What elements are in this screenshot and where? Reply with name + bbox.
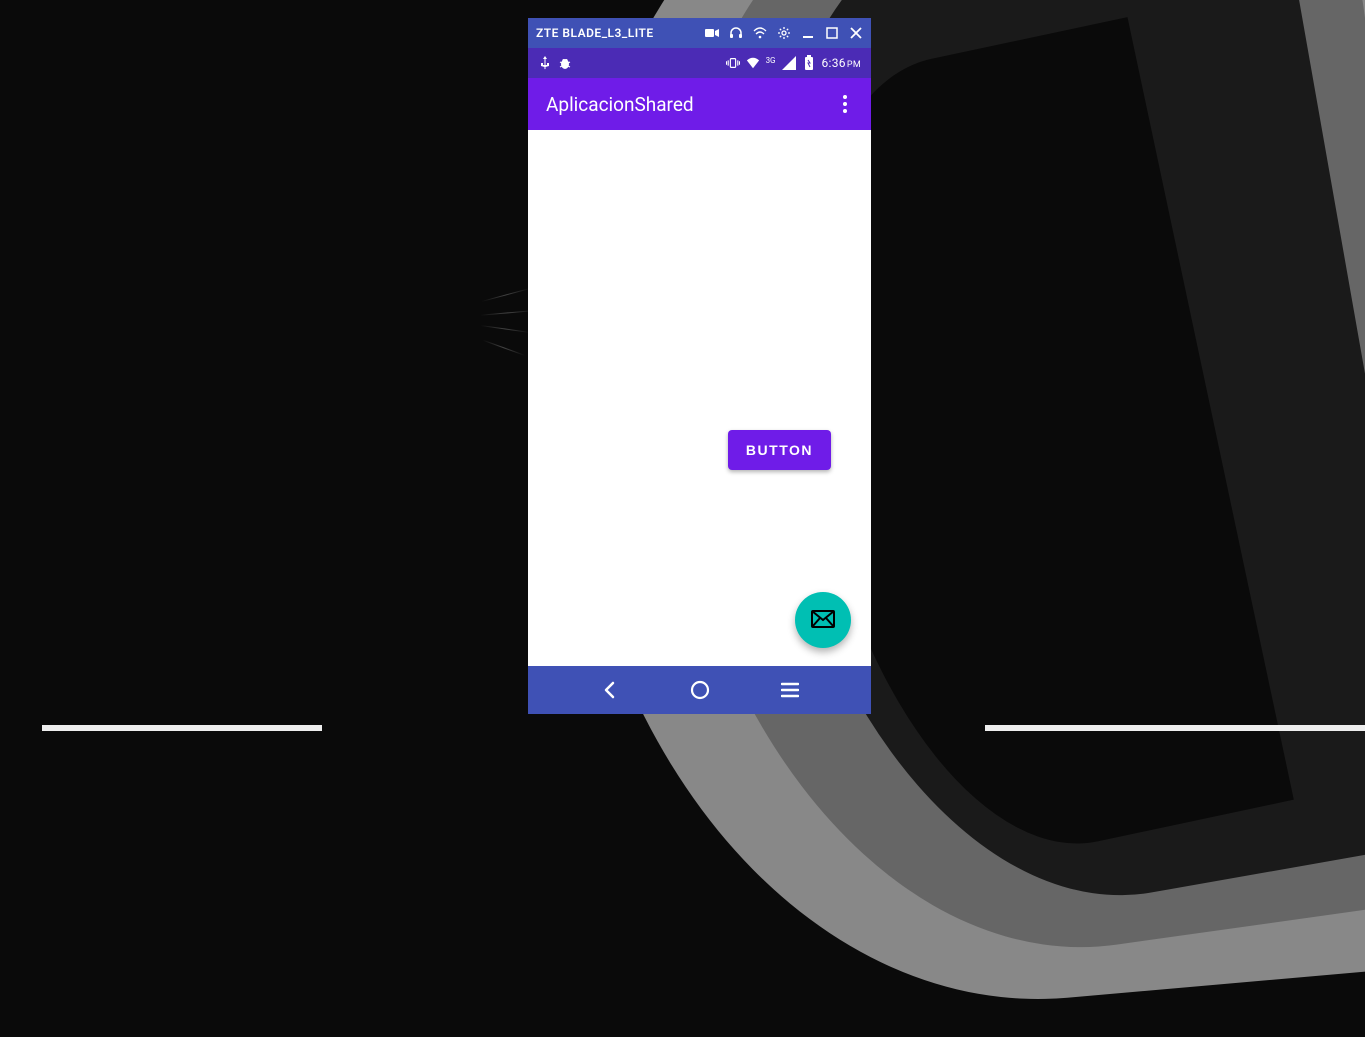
battery-icon: [802, 56, 816, 70]
time-value: 6:36: [822, 56, 846, 70]
vibrate-icon: [726, 56, 740, 70]
recent-apps-button[interactable]: [780, 680, 800, 700]
minimize-icon[interactable]: [801, 26, 815, 40]
device-name-label: ZTE BLADE_L3_LITE: [536, 26, 705, 40]
network-type-label: 3G: [766, 56, 776, 65]
emulator-titlebar: ZTE BLADE_L3_LITE: [528, 18, 871, 48]
close-icon[interactable]: [849, 26, 863, 40]
wifi-icon[interactable]: [753, 26, 767, 40]
maximize-icon[interactable]: [825, 26, 839, 40]
app-bar: AplicacionShared: [528, 78, 871, 130]
video-icon[interactable]: [705, 26, 719, 40]
fab-mail-button[interactable]: [795, 592, 851, 648]
desktop-bottom-strip: [985, 725, 1365, 731]
main-button[interactable]: BUTTON: [728, 430, 831, 470]
android-nav-bar: [528, 666, 871, 714]
background-whisker: [480, 310, 535, 316]
desktop-bottom-strip: [42, 725, 322, 731]
usb-icon: [538, 56, 552, 70]
app-content: BUTTON: [528, 130, 871, 666]
background-whisker: [480, 325, 530, 333]
overflow-menu-icon[interactable]: [835, 95, 855, 113]
settings-icon[interactable]: [777, 26, 791, 40]
background-whisker: [483, 340, 526, 356]
home-button[interactable]: [690, 680, 710, 700]
mail-icon: [811, 610, 835, 631]
android-status-bar: 3G 6:36PM: [528, 48, 871, 78]
time-period: PM: [847, 60, 861, 70]
emulator-window: ZTE BLADE_L3_LITE: [528, 18, 871, 714]
status-time: 6:36PM: [822, 56, 861, 70]
debug-icon: [558, 56, 572, 70]
app-title: AplicacionShared: [546, 93, 835, 116]
headphones-icon[interactable]: [729, 26, 743, 40]
background-whisker: [482, 288, 531, 302]
wifi-status-icon: [746, 56, 760, 70]
signal-icon: [782, 56, 796, 70]
back-button[interactable]: [600, 680, 620, 700]
